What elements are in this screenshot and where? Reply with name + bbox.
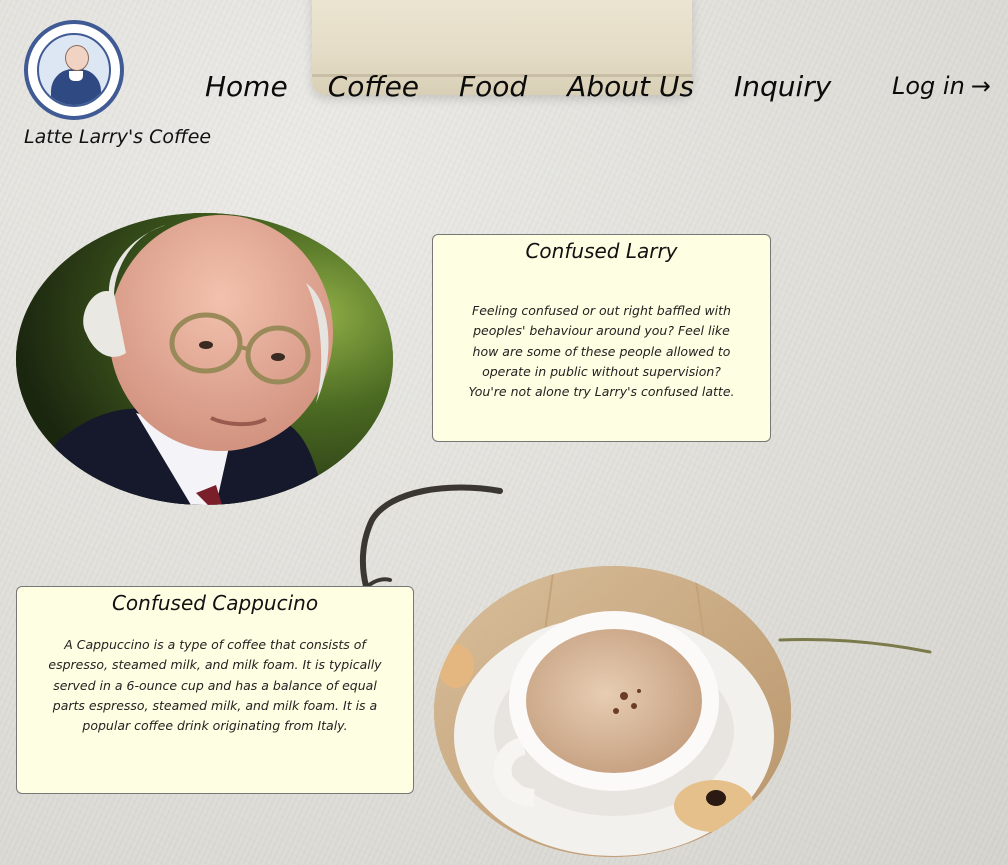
larry-portrait-image [16, 213, 393, 505]
main-nav: Home Coffee Food About Us Inquiry [205, 70, 871, 104]
card-title: Confused Larry [525, 239, 678, 263]
card-description: Feeling confused or out right baffled wi… [468, 303, 735, 400]
login-label: Log in [892, 72, 965, 100]
card-description: A Cappuccino is a type of coffee that co… [48, 637, 382, 734]
nav-coffee[interactable]: Coffee [328, 70, 419, 104]
nav-food[interactable]: Food [459, 70, 527, 104]
card-title: Confused Cappucino [111, 591, 319, 615]
login-link[interactable]: Log in → [892, 72, 991, 100]
cappuccino-image [434, 566, 791, 857]
brand-logo[interactable] [24, 20, 124, 120]
confused-cappucino-card: Confused Cappucino A Cappuccino is a typ… [16, 586, 414, 794]
confused-larry-card: Confused Larry Feeling confused or out r… [432, 234, 771, 442]
nav-about-us[interactable]: About Us [567, 70, 694, 104]
logo-illustration [37, 33, 111, 107]
nav-inquiry[interactable]: Inquiry [734, 70, 831, 104]
nav-home[interactable]: Home [205, 70, 288, 104]
brand-name: Latte Larry's Coffee [24, 126, 212, 148]
arrow-right-icon: → [970, 72, 991, 100]
